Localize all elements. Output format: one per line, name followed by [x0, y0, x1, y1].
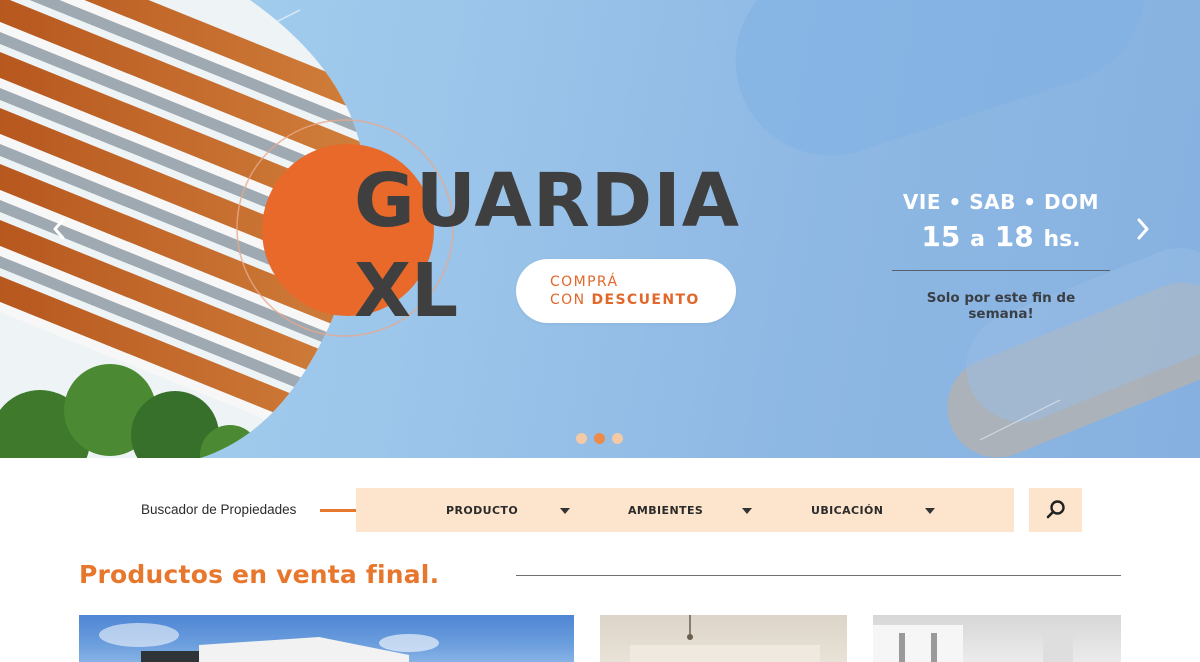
hero-title-line1: GUARDIA [354, 158, 741, 244]
products-title-divider [516, 575, 1121, 576]
promo-weekend-note: Solo por este fin de semana! [926, 290, 1076, 322]
carousel-dot-3[interactable] [612, 433, 623, 444]
filter-ubicacion-label: UBICACIÓN [811, 503, 884, 517]
promo-hours: 15 a 18 hs. [892, 220, 1110, 253]
filter-ubicacion-dropdown[interactable]: UBICACIÓN [811, 488, 935, 532]
promo-divider [892, 270, 1110, 271]
cta-line2-prefix: CON [550, 292, 586, 308]
product-card-1-image [99, 623, 439, 662]
products-section-title: Productos en venta final. [79, 560, 440, 589]
carousel-dot-2[interactable] [594, 433, 605, 444]
product-card-1[interactable] [79, 615, 574, 662]
cta-line2-bold: DESCUENTO [591, 292, 700, 308]
carousel-dot-1[interactable] [576, 433, 587, 444]
carousel-next-button[interactable] [1128, 212, 1158, 246]
property-search-label: Buscador de Propiedades [141, 502, 297, 517]
discount-cta-button[interactable]: COMPRÁ CON DESCUENTO [516, 259, 736, 323]
filter-ambientes-label: AMBIENTES [628, 503, 704, 517]
caret-down-icon [742, 508, 752, 514]
filter-ambientes-dropdown[interactable]: AMBIENTES [628, 488, 752, 532]
carousel-prev-button[interactable] [44, 212, 74, 246]
product-card-2[interactable] [600, 615, 847, 662]
hours-end: 18 [994, 220, 1034, 253]
search-icon [1046, 500, 1065, 519]
property-search-filters: PRODUCTO AMBIENTES UBICACIÓN [356, 488, 1014, 532]
cta-line2: CON DESCUENTO [550, 291, 736, 309]
caret-down-icon [925, 508, 935, 514]
chevron-left-icon [53, 218, 65, 240]
hours-connector: a [970, 227, 985, 252]
promo-days: VIE • SAB • DOM [902, 190, 1100, 214]
chevron-right-icon [1137, 218, 1149, 240]
filter-producto-dropdown[interactable]: PRODUCTO [446, 488, 570, 532]
cta-line1: COMPRÁ [550, 274, 619, 290]
caret-down-icon [560, 508, 570, 514]
product-card-2-image [630, 615, 820, 662]
search-button[interactable] [1029, 488, 1082, 532]
carousel-pagination [576, 433, 623, 444]
hours-start: 15 [921, 220, 961, 253]
product-card-3-image [873, 625, 1073, 662]
hero-title-line2: XL [354, 248, 459, 334]
filter-producto-label: PRODUCTO [446, 503, 519, 517]
product-card-3[interactable] [873, 615, 1121, 662]
hero-carousel: GUARDIA XL COMPRÁ CON DESCUENTO VIE • SA… [0, 0, 1200, 458]
hours-suffix: hs. [1043, 227, 1081, 252]
